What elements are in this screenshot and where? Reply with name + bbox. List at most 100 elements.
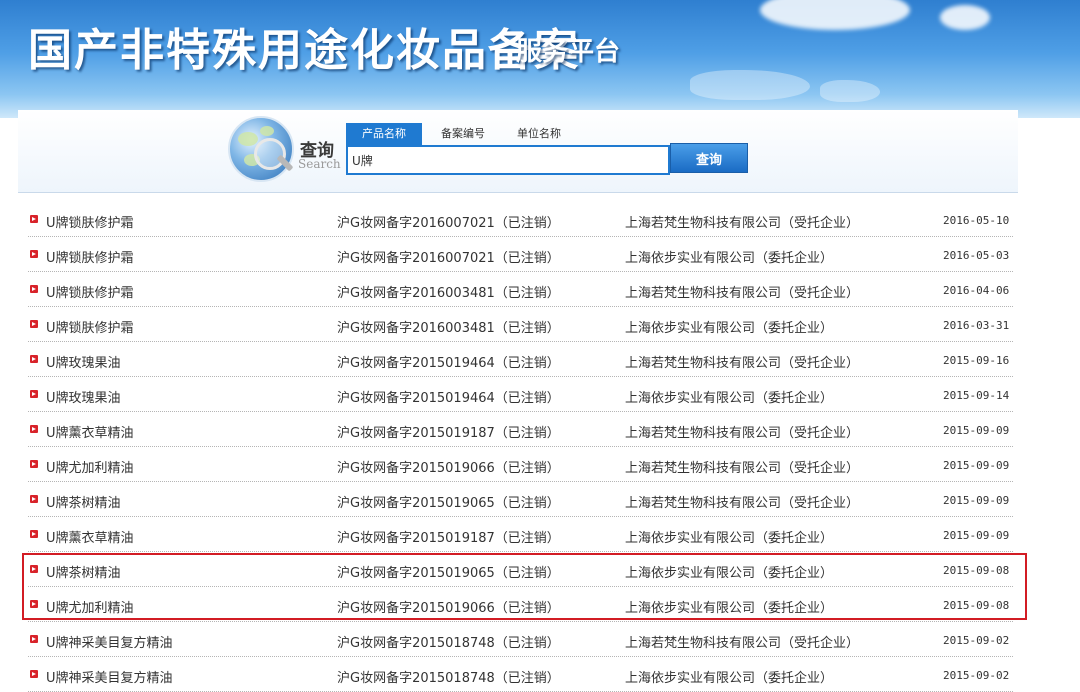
record-date: 2016-05-10: [943, 214, 1010, 227]
site-subtitle: 服务平台: [516, 37, 621, 67]
product-name-link[interactable]: U牌茶树精油: [46, 492, 121, 511]
result-row: U牌神采美目复方精油 沪G妆网备字2015018748（已注销） 上海若梵生物科技有…: [28, 622, 1013, 657]
product-name-link[interactable]: U牌茶树精油: [46, 562, 121, 581]
company-name: 上海依步实业有限公司（委托企业）: [625, 391, 834, 406]
tab-product-name[interactable]: 产品名称: [346, 123, 422, 145]
record-number: 沪G妆网备字2016007021（已注销）: [337, 216, 560, 231]
result-row: U牌锁肤修护霜 沪G妆网备字2016007021（已注销） 上海若梵生物科技有限公司…: [28, 202, 1013, 237]
result-row: U牌茶树精油 沪G妆网备字2015019065（已注销） 上海若梵生物科技有限公司（…: [28, 482, 1013, 517]
search-button[interactable]: 查询: [670, 143, 748, 173]
bullet-icon: [30, 495, 38, 503]
company-name: 上海依步实业有限公司（委托企业）: [625, 671, 834, 686]
result-row: U牌茶树精油 沪G妆网备字2015019065（已注销） 上海依步实业有限公司（委托…: [28, 552, 1013, 587]
record-number: 沪G妆网备字2016003481（已注销）: [337, 286, 560, 301]
record-number: 沪G妆网备字2015019066（已注销）: [337, 601, 560, 616]
record-number: 沪G妆网备字2015019066（已注销）: [337, 461, 560, 476]
search-input[interactable]: [346, 145, 670, 175]
record-number: 沪G妆网备字2016003481（已注销）: [337, 321, 560, 336]
result-row: U牌玫瑰果油 沪G妆网备字2015019464（已注销） 上海若梵生物科技有限公司（…: [28, 342, 1013, 377]
company-name: 上海若梵生物科技有限公司（受托企业）: [625, 636, 860, 651]
bullet-icon: [30, 215, 38, 223]
record-number: 沪G妆网备字2016007021（已注销）: [337, 251, 560, 266]
product-name-link[interactable]: U牌尤加利精油: [46, 457, 134, 476]
record-number: 沪G妆网备字2015019065（已注销）: [337, 496, 560, 511]
result-row: U牌薰衣草精油 沪G妆网备字2015019187（已注销） 上海依步实业有限公司（委…: [28, 517, 1013, 552]
company-name: 上海若梵生物科技有限公司（受托企业）: [625, 426, 860, 441]
record-date: 2015-09-09: [943, 459, 1010, 472]
search-label-en: Search: [298, 157, 341, 171]
tab-company-name[interactable]: 单位名称: [506, 123, 572, 145]
product-name-link[interactable]: U牌锁肤修护霜: [46, 317, 134, 336]
tab-record-number[interactable]: 备案编号: [430, 123, 496, 145]
product-name-link[interactable]: U牌薰衣草精油: [46, 527, 134, 546]
bullet-icon: [30, 285, 38, 293]
bullet-icon: [30, 355, 38, 363]
product-name-link[interactable]: U牌锁肤修护霜: [46, 282, 134, 301]
bullet-icon: [30, 425, 38, 433]
cloud-decoration: [760, 0, 910, 30]
record-date: 2015-09-16: [943, 354, 1010, 367]
record-date: 2015-09-02: [943, 634, 1010, 647]
record-number: 沪G妆网备字2015019464（已注销）: [337, 356, 560, 371]
company-name: 上海若梵生物科技有限公司（受托企业）: [625, 216, 860, 231]
company-name: 上海依步实业有限公司（委托企业）: [625, 251, 834, 266]
world-map-decoration: [820, 80, 880, 102]
product-name-link[interactable]: U牌薰衣草精油: [46, 422, 134, 441]
record-number: 沪G妆网备字2015018748（已注销）: [337, 636, 560, 651]
site-title: 国产非特殊用途化妆品备案: [28, 25, 580, 76]
product-name-link[interactable]: U牌神采美目复方精油: [46, 667, 173, 686]
result-row: U牌尤加利精油 沪G妆网备字2015019066（已注销） 上海依步实业有限公司（委…: [28, 587, 1013, 622]
record-date: 2015-09-02: [943, 669, 1010, 682]
company-name: 上海若梵生物科技有限公司（受托企业）: [625, 356, 860, 371]
record-date: 2015-09-08: [943, 564, 1010, 577]
world-map-decoration: [690, 70, 810, 100]
results-list: U牌锁肤修护霜 沪G妆网备字2016007021（已注销） 上海若梵生物科技有限公司…: [28, 202, 1013, 692]
product-name-link[interactable]: U牌神采美目复方精油: [46, 632, 173, 651]
bullet-icon: [30, 600, 38, 608]
result-row: U牌尤加利精油 沪G妆网备字2015019066（已注销） 上海若梵生物科技有限公司…: [28, 447, 1013, 482]
company-name: 上海依步实业有限公司（委托企业）: [625, 531, 834, 546]
company-name: 上海依步实业有限公司（委托企业）: [625, 566, 834, 581]
company-name: 上海若梵生物科技有限公司（受托企业）: [625, 461, 860, 476]
company-name: 上海依步实业有限公司（委托企业）: [625, 321, 834, 336]
record-number: 沪G妆网备字2015019464（已注销）: [337, 391, 560, 406]
search-panel: 查询 Search 产品名称 备案编号 单位名称 查询: [18, 110, 1018, 193]
header-banner: 国产非特殊用途化妆品备案 服务平台: [0, 0, 1080, 118]
product-name-link[interactable]: U牌玫瑰果油: [46, 387, 121, 406]
company-name: 上海依步实业有限公司（委托企业）: [625, 601, 834, 616]
product-name-link[interactable]: U牌锁肤修护霜: [46, 212, 134, 231]
result-row: U牌薰衣草精油 沪G妆网备字2015019187（已注销） 上海若梵生物科技有限公司…: [28, 412, 1013, 447]
result-row: U牌锁肤修护霜 沪G妆网备字2016003481（已注销） 上海若梵生物科技有限公司…: [28, 272, 1013, 307]
record-date: 2015-09-09: [943, 424, 1010, 437]
company-name: 上海若梵生物科技有限公司（受托企业）: [625, 286, 860, 301]
result-row: U牌锁肤修护霜 沪G妆网备字2016003481（已注销） 上海依步实业有限公司（委…: [28, 307, 1013, 342]
record-number: 沪G妆网备字2015018748（已注销）: [337, 671, 560, 686]
result-row: U牌玫瑰果油 沪G妆网备字2015019464（已注销） 上海依步实业有限公司（委托…: [28, 377, 1013, 412]
record-date: 2016-05-03: [943, 249, 1010, 262]
record-date: 2015-09-09: [943, 529, 1010, 542]
magnifier-icon: [254, 138, 286, 170]
record-date: 2015-09-14: [943, 389, 1010, 402]
record-date: 2015-09-09: [943, 494, 1010, 507]
record-date: 2015-09-08: [943, 599, 1010, 612]
product-name-link[interactable]: U牌玫瑰果油: [46, 352, 121, 371]
bullet-icon: [30, 320, 38, 328]
record-number: 沪G妆网备字2015019187（已注销）: [337, 426, 560, 441]
bullet-icon: [30, 530, 38, 538]
result-row: U牌神采美目复方精油 沪G妆网备字2015018748（已注销） 上海依步实业有限公…: [28, 657, 1013, 692]
bullet-icon: [30, 250, 38, 258]
record-number: 沪G妆网备字2015019187（已注销）: [337, 531, 560, 546]
cloud-decoration: [940, 5, 990, 30]
product-name-link[interactable]: U牌锁肤修护霜: [46, 247, 134, 266]
bullet-icon: [30, 635, 38, 643]
bullet-icon: [30, 460, 38, 468]
record-number: 沪G妆网备字2015019065（已注销）: [337, 566, 560, 581]
result-row: U牌锁肤修护霜 沪G妆网备字2016007021（已注销） 上海依步实业有限公司（委…: [28, 237, 1013, 272]
bullet-icon: [30, 565, 38, 573]
product-name-link[interactable]: U牌尤加利精油: [46, 597, 134, 616]
bullet-icon: [30, 390, 38, 398]
record-date: 2016-04-06: [943, 284, 1010, 297]
record-date: 2016-03-31: [943, 319, 1010, 332]
company-name: 上海若梵生物科技有限公司（受托企业）: [625, 496, 860, 511]
bullet-icon: [30, 670, 38, 678]
